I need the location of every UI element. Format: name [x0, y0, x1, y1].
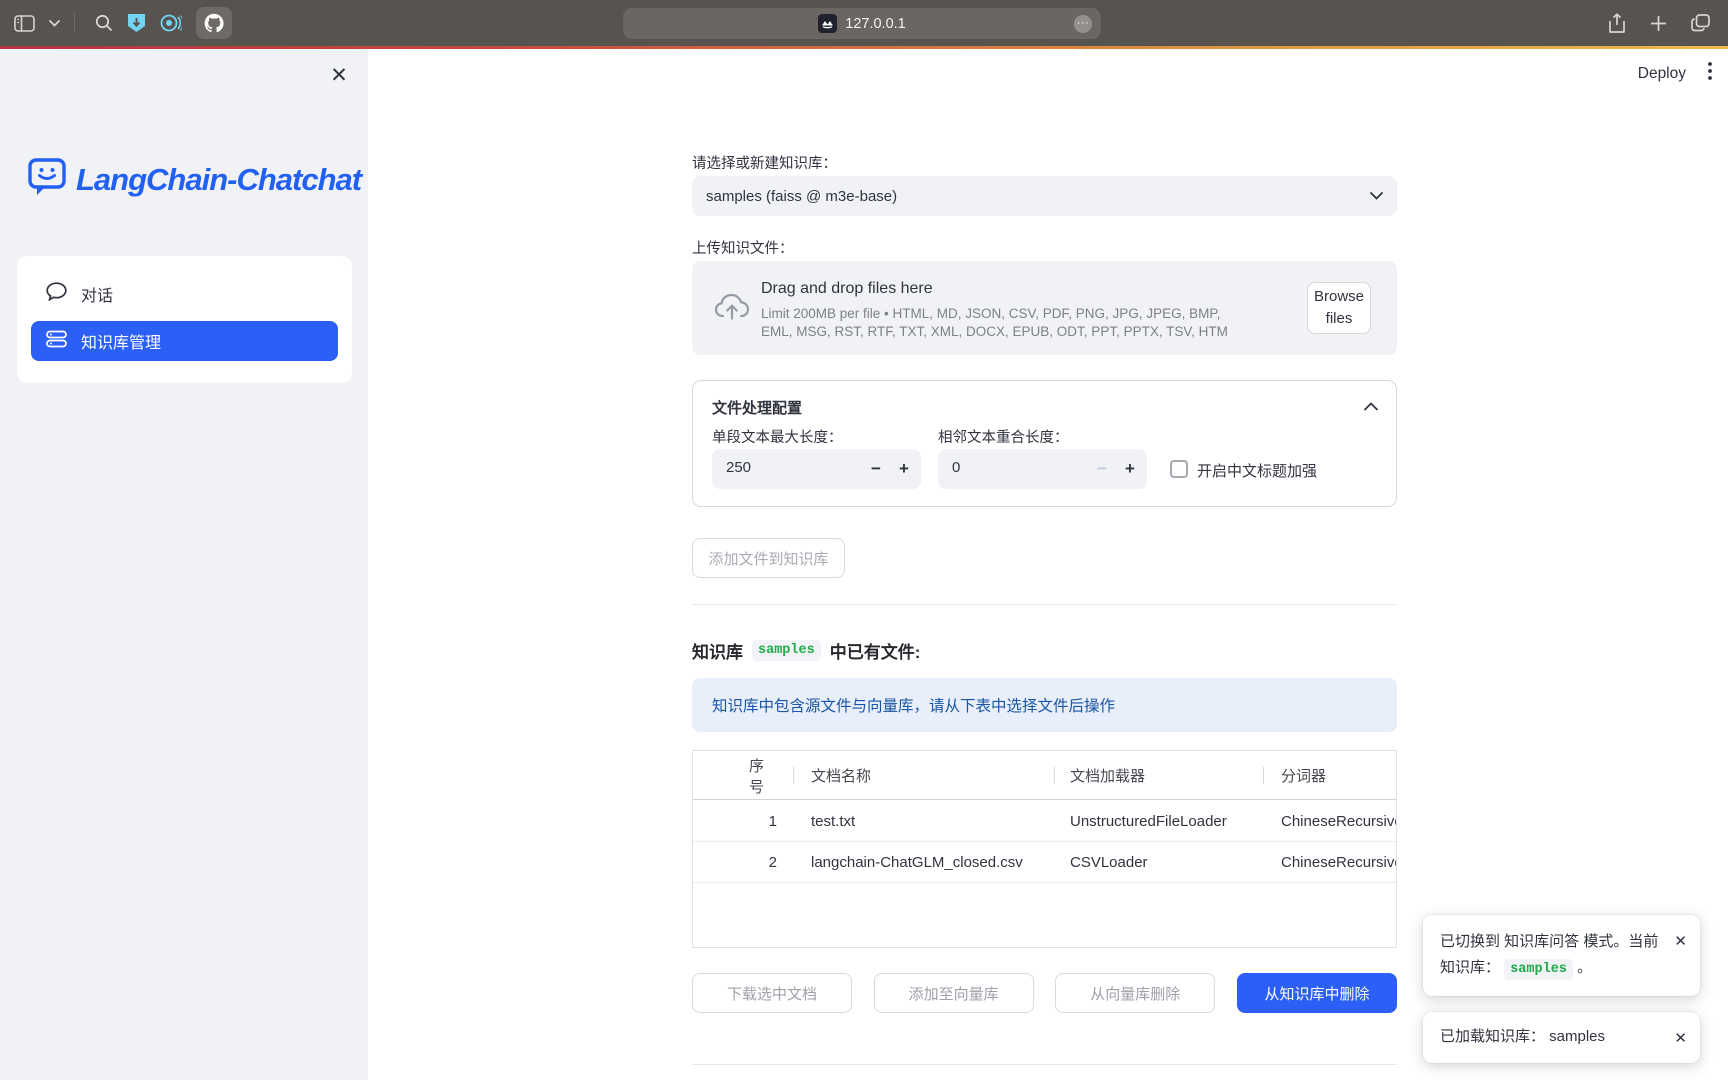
upload-label: 上传知识文件：	[692, 237, 794, 258]
cell-index: 2	[693, 842, 793, 883]
files-heading: 知识库 samples 中已有文件:	[692, 638, 920, 663]
chunk-overlap-input[interactable]: 0 − +	[938, 449, 1147, 489]
cell-splitter: ChineseRecursiveText	[1281, 801, 1397, 842]
sidebar: ✕ LangChain-Chatchat 当前版本：v0.2.4 对话	[0, 49, 368, 1080]
toolbar-divider	[74, 13, 75, 33]
col-header[interactable]: 分词器	[1281, 751, 1397, 800]
col-header[interactable]: 文档加载器	[1070, 751, 1260, 800]
cell-filename: test.txt	[811, 801, 1051, 842]
file-config-expander: 文件处理配置 单段文本最大长度： 相邻文本重合长度： 250 − + 0 − +	[692, 380, 1397, 507]
table-row[interactable]: 1 test.txt UnstructuredFileLoader Chines…	[693, 801, 1396, 842]
toast-mode-switched: 已切换到 知识库问答 模式。当前知识库： samples 。 ✕	[1423, 915, 1700, 996]
cloud-upload-icon	[714, 291, 750, 328]
tabs-overview-icon[interactable]	[1691, 14, 1710, 32]
plus-button[interactable]: +	[1113, 449, 1147, 489]
zh-title-label: 开启中文标题加强	[1197, 460, 1317, 481]
heading-prefix: 知识库	[692, 638, 743, 663]
table-header: 序号 文档名称 文档加载器 分词器	[693, 751, 1396, 800]
app-logo: LangChain-Chatchat	[27, 156, 361, 203]
close-icon[interactable]: ✕	[1674, 929, 1687, 955]
add-files-button[interactable]: 添加文件到知识库	[692, 538, 845, 578]
chevron-down-icon[interactable]	[49, 20, 60, 27]
divider	[692, 1064, 1397, 1065]
circle-extension-icon[interactable]	[160, 13, 182, 33]
cell-loader: UnstructuredFileLoader	[1070, 801, 1260, 842]
toast-text: 已加载知识库： samples	[1440, 1024, 1605, 1050]
chevron-up-icon[interactable]	[1364, 398, 1378, 416]
nav-menu: 对话 知识库管理	[17, 256, 352, 383]
page-settings-icon[interactable]: ···	[1074, 15, 1092, 33]
deploy-button[interactable]: Deploy	[1638, 65, 1686, 83]
cell-splitter: ChineseRecursiveText	[1281, 842, 1397, 883]
header-separator	[793, 767, 794, 784]
dropzone-title: Drag and drop files here	[761, 280, 933, 298]
header-separator	[1054, 767, 1055, 784]
plus-button[interactable]: +	[887, 449, 921, 489]
info-banner: 知识库中包含源文件与向量库，请从下表中选择文件后操作	[692, 678, 1397, 732]
chunk-overlap-value: 0	[952, 459, 960, 476]
table-row[interactable]: 2 langchain-ChatGLM_closed.csv CSVLoader…	[693, 842, 1396, 883]
sidebar-toggle-icon[interactable]	[14, 15, 35, 32]
github-tab[interactable]	[196, 7, 232, 39]
knowledge-base-icon	[46, 330, 67, 353]
address-bar[interactable]: 127.0.0.1 ···	[623, 8, 1101, 39]
browser-toolbar: 127.0.0.1 ···	[0, 0, 1728, 46]
kb-select-value: samples (faiss @ m3e-base)	[706, 188, 1370, 205]
cell-loader: CSVLoader	[1070, 842, 1260, 883]
toast-kb-chip: samples	[1504, 959, 1573, 980]
site-favicon	[818, 14, 837, 33]
chunk-size-input[interactable]: 250 − +	[712, 449, 921, 489]
github-icon	[204, 13, 224, 33]
cell-index: 1	[693, 801, 793, 842]
sidebar-item-knowledge-base[interactable]: 知识库管理	[31, 321, 338, 361]
chunk-size-label: 单段文本最大长度：	[712, 426, 843, 447]
select-kb-label: 请选择或新建知识库：	[692, 152, 837, 173]
add-to-vector-store-button[interactable]: 添加至向量库	[874, 973, 1034, 1013]
browse-files-button[interactable]: Browse files	[1307, 282, 1371, 334]
chevron-down-icon	[1370, 187, 1383, 205]
dropzone-limit: Limit 200MB per file • HTML, MD, JSON, C…	[761, 305, 1236, 341]
files-table: 序号 文档名称 文档加载器 分词器 1 test.txt Unstructure…	[692, 750, 1397, 948]
download-selected-button[interactable]: 下载选中文档	[692, 973, 852, 1013]
col-header[interactable]: 文档名称	[811, 751, 1051, 800]
chat-bubble-icon	[46, 282, 67, 306]
new-tab-icon[interactable]	[1650, 15, 1667, 32]
search-icon[interactable]	[95, 14, 113, 32]
cell-filename: langchain-ChatGLM_closed.csv	[811, 842, 1051, 883]
file-dropzone[interactable]: Drag and drop files here Limit 200MB per…	[692, 261, 1397, 355]
delete-from-vector-store-button[interactable]: 从向量库删除	[1055, 973, 1215, 1013]
chat-logo-icon	[27, 156, 67, 203]
url-text: 127.0.0.1	[845, 16, 905, 32]
chunk-size-value: 250	[726, 459, 751, 476]
divider	[692, 604, 1397, 605]
heading-suffix: 中已有文件:	[830, 638, 921, 663]
table-actions: 下载选中文档 添加至向量库 从向量库删除 从知识库中删除	[692, 973, 1397, 1013]
close-sidebar-icon[interactable]: ✕	[326, 63, 352, 89]
sidebar-item-chat[interactable]: 对话	[31, 274, 338, 314]
close-icon[interactable]: ✕	[1674, 1026, 1687, 1052]
chunk-overlap-label: 相邻文本重合长度：	[938, 426, 1069, 447]
expander-title: 文件处理配置	[712, 397, 802, 418]
toast-text: 。	[1577, 959, 1592, 976]
toast-kb-loaded: 已加载知识库： samples ✕	[1423, 1012, 1700, 1063]
zh-title-checkbox[interactable]	[1170, 460, 1188, 478]
share-icon[interactable]	[1608, 13, 1626, 34]
sidebar-item-label: 知识库管理	[81, 329, 161, 353]
col-header[interactable]: 序号	[693, 751, 793, 800]
kebab-menu-icon[interactable]	[1708, 62, 1712, 85]
delete-from-kb-button[interactable]: 从知识库中删除	[1237, 973, 1397, 1013]
kb-select[interactable]: samples (faiss @ m3e-base)	[692, 176, 1397, 216]
header-separator	[1263, 767, 1264, 784]
sidebar-item-label: 对话	[81, 282, 113, 306]
kb-name-chip: samples	[752, 640, 821, 661]
kb-page: 请选择或新建知识库： samples (faiss @ m3e-base) 上传…	[692, 49, 1397, 1080]
shield-extension-icon[interactable]	[127, 13, 146, 33]
logo-text: LangChain-Chatchat	[76, 162, 361, 198]
page: 127.0.0.1 ··· ✕	[0, 0, 1728, 1080]
